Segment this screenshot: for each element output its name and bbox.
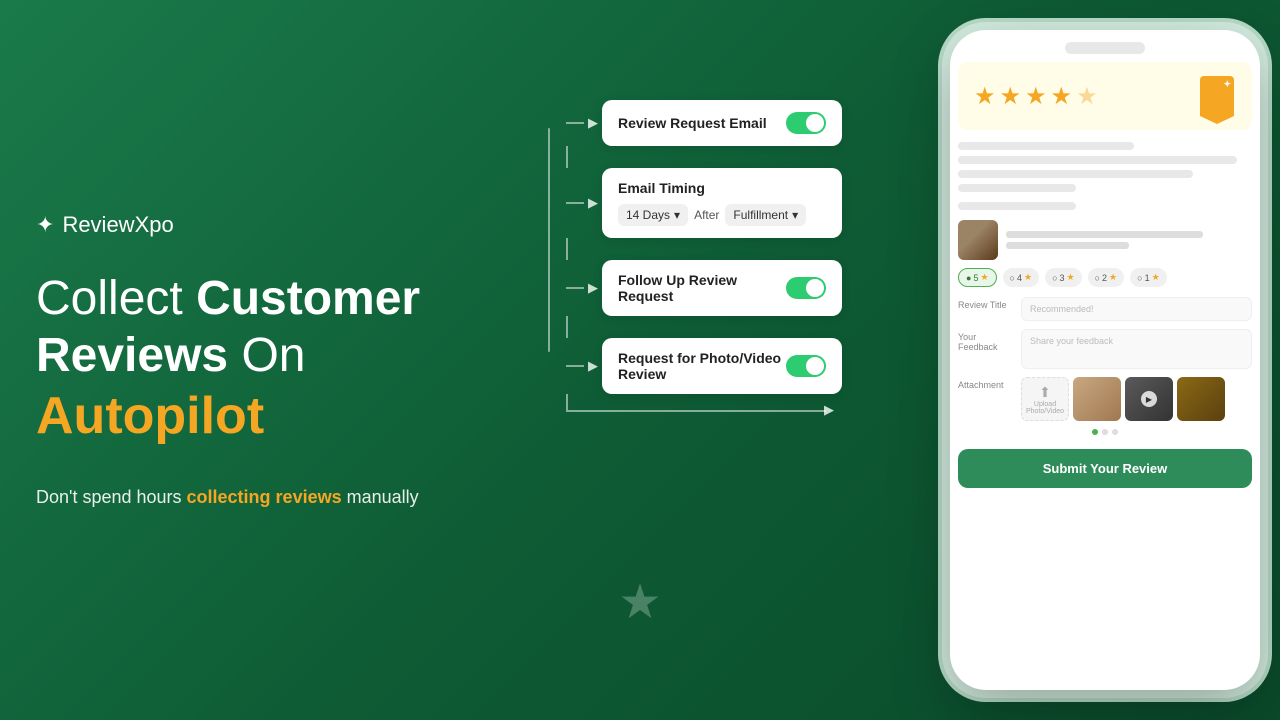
headline-autopilot: Autopilot [36,387,264,445]
submit-review-button[interactable]: Submit Your Review [958,449,1252,488]
flow-card-photo-video[interactable]: Request for Photo/Video Review [602,338,842,394]
skeleton-content [958,142,1252,192]
flow-card-followup[interactable]: Follow Up Review Request [602,260,842,316]
attachment-thumb-3[interactable] [1177,377,1225,421]
flow-item-photo-video: ▶ Request for Photo/Video Review [548,338,890,394]
dot-3[interactable] [1112,429,1118,435]
skeleton-content-2 [958,202,1252,210]
review-title-input[interactable]: Recommended! [1021,297,1252,321]
star-5-icon: ★ [1076,82,1098,111]
attachment-field: Attachment ⬆ Upload Photo/Video ▶ [958,377,1252,421]
followup-toggle[interactable] [786,277,826,299]
attachment-thumbs: ⬆ Upload Photo/Video ▶ [1021,377,1225,421]
subtext-highlight: collecting reviews [187,487,342,507]
carousel-dots [958,429,1252,435]
headline: Collect Customer Reviews On Autopilot [36,270,516,448]
review-title-label: Review Title [958,297,1013,310]
dot-2[interactable] [1102,429,1108,435]
photo-video-toggle[interactable] [786,355,826,377]
rating-filter-row[interactable]: ● 5 ★ ○ 4 ★ ○ 3 ★ ○ 2 ★ ○ 1 ★ [958,268,1252,287]
stars-row[interactable]: ★ ★ ★ ★ ★ [974,82,1098,111]
logo-text: ReviewXpo [62,212,173,238]
logo: ✦ ReviewXpo [36,212,516,238]
star-1-icon: ★ [974,82,996,111]
flow-card-photo-video-label: Request for Photo/Video Review [618,350,786,382]
rating-pill-4[interactable]: ○ 4 ★ [1003,268,1040,287]
flow-item-email-timing: ▶ Email Timing 14 Days ▾ After Fulfillme… [548,168,890,238]
phone-mockup: ★ ★ ★ ★ ★ ✦ [950,30,1260,690]
review-title-field[interactable]: Review Title Recommended! [958,297,1252,321]
product-thumbnail [958,220,998,260]
star-3-icon: ★ [1025,82,1047,111]
subtext-suffix: manually [342,487,419,507]
phone-content: ★ ★ ★ ★ ★ ✦ [950,54,1260,690]
flow-card-review-email[interactable]: Review Request Email [602,100,842,146]
logo-star-icon: ✦ [36,212,54,238]
rating-pill-1[interactable]: ○ 1 ★ [1130,268,1167,287]
flow-item-followup: ▶ Follow Up Review Request [548,260,890,316]
bookmark-icon: ✦ [1200,76,1236,116]
stars-banner: ★ ★ ★ ★ ★ ✦ [958,62,1252,130]
subtext-prefix: Don't spend hours [36,487,187,507]
review-title-placeholder: Recommended! [1030,304,1094,314]
timing-trigger-select[interactable]: Fulfillment ▾ [725,204,806,226]
play-icon: ▶ [1141,391,1157,407]
feedback-input[interactable]: Share your feedback [1021,329,1252,369]
upload-icon: ⬆ [1039,384,1051,401]
dot-1[interactable] [1092,429,1098,435]
attachment-thumb-1[interactable] [1073,377,1121,421]
decorative-star-icon: ★ [618,574,661,630]
flow-card-email-timing: Email Timing 14 Days ▾ After Fulfillment… [602,168,842,238]
rating-pill-5[interactable]: ● 5 ★ [958,268,997,287]
review-email-toggle[interactable] [786,112,826,134]
timing-title: Email Timing [618,180,826,196]
rating-pill-3[interactable]: ○ 3 ★ [1045,268,1082,287]
headline-part3: On [228,329,305,382]
timing-after-label: After [694,208,719,222]
upload-button[interactable]: ⬆ Upload Photo/Video [1021,377,1069,421]
product-row [958,220,1252,260]
star-2-icon: ★ [1000,82,1022,111]
timing-days-select[interactable]: 14 Days ▾ [618,204,688,226]
star-4-icon: ★ [1051,82,1073,111]
flow-item-review-email: ▶ Review Request Email [548,100,890,146]
left-section: ✦ ReviewXpo Collect Customer Reviews On … [36,0,516,720]
subtext: Don't spend hours collecting reviews man… [36,487,516,508]
flow-card-followup-label: Follow Up Review Request [618,272,786,304]
feedback-label: Your Feedback [958,329,1013,352]
feedback-field[interactable]: Your Feedback Share your feedback [958,329,1252,369]
rating-pill-2[interactable]: ○ 2 ★ [1088,268,1125,287]
feedback-placeholder: Share your feedback [1030,336,1113,346]
flow-card-review-email-label: Review Request Email [618,115,767,131]
headline-part1: Collect [36,272,196,325]
phone-notch [1065,42,1145,54]
attachment-label: Attachment [958,377,1013,390]
attachment-thumb-2[interactable]: ▶ [1125,377,1173,421]
flow-section: ▶ Review Request Email ▶ Email Timing 14… [540,100,890,412]
upload-text: Upload Photo/Video [1022,401,1068,415]
product-info [1006,231,1252,249]
